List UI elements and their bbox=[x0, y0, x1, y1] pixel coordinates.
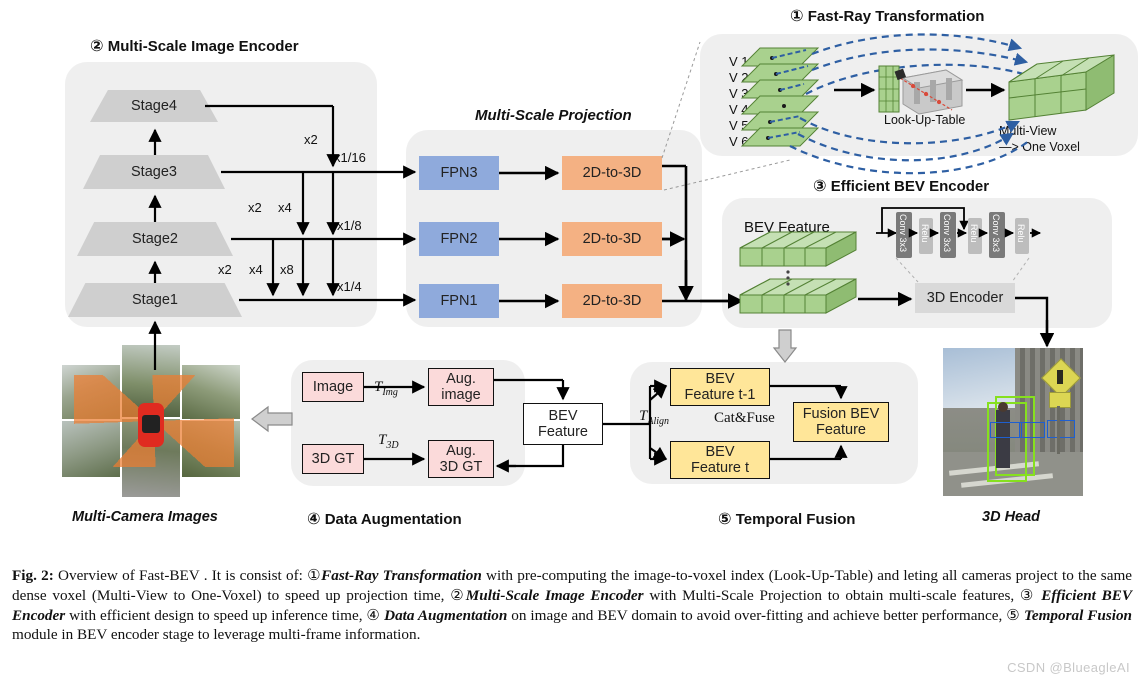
conv-block-5-label: Relu bbox=[1016, 224, 1026, 243]
watermark: CSDN @BlueagleAI bbox=[1007, 660, 1130, 675]
figure-root: ① Fast-Ray Transformation ② Multi-Scale … bbox=[0, 0, 1140, 687]
conv-block-0-label: Conv 3x3 bbox=[898, 214, 908, 253]
conv-block-4-label: Conv 3x3 bbox=[991, 214, 1001, 253]
conv-block-3-label: Relu bbox=[969, 224, 979, 243]
conv-block-1-label: Relu bbox=[920, 224, 930, 243]
conv-block-2-label: Conv 3x3 bbox=[942, 214, 952, 253]
figure-caption: Fig. 2: Overview of Fast-BEV . It is con… bbox=[12, 567, 1133, 644]
